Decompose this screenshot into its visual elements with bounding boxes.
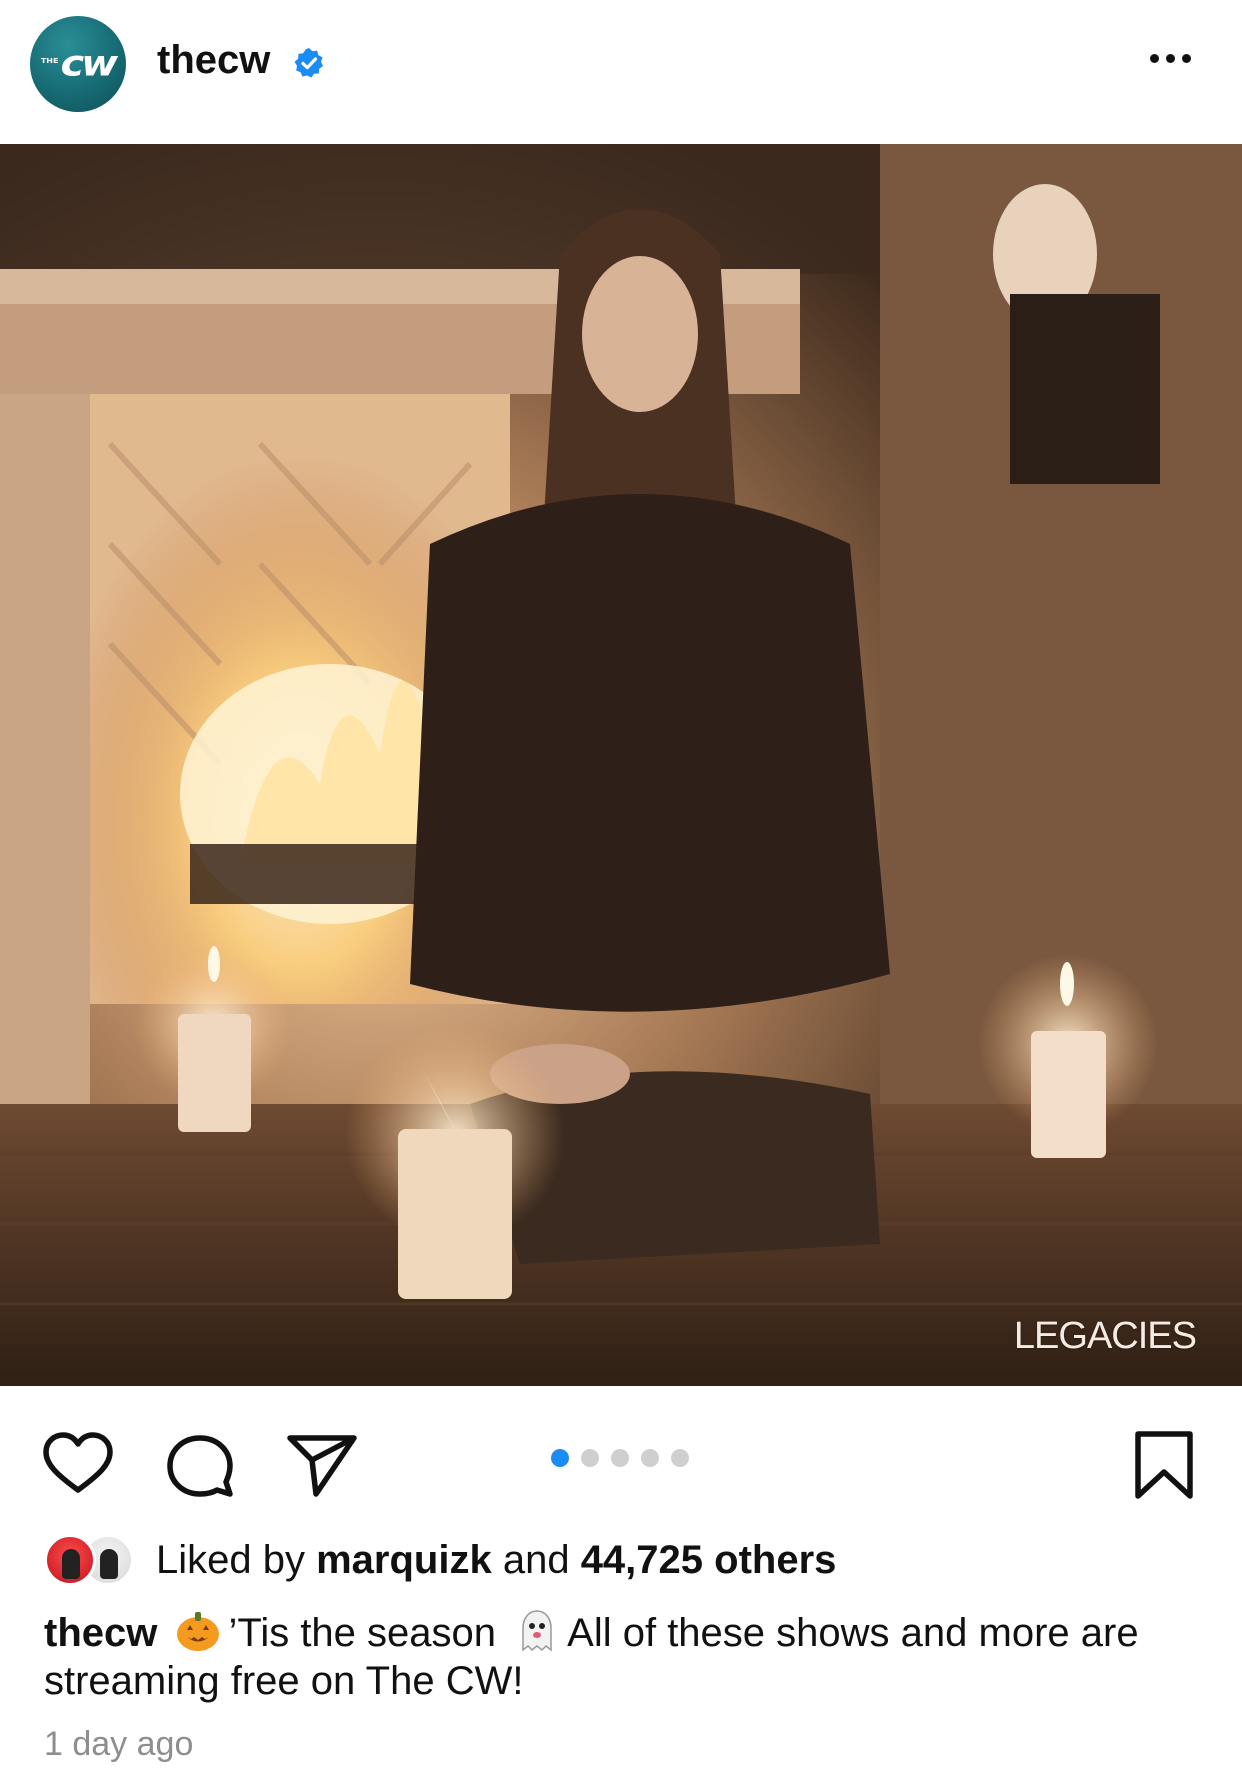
bookmark-icon[interactable]	[1124, 1426, 1204, 1506]
liker-avatar	[44, 1534, 96, 1586]
ghost-icon	[522, 1610, 552, 1652]
heart-icon[interactable]	[38, 1426, 118, 1506]
post-timestamp: 1 day ago	[44, 1725, 194, 1763]
post-caption: thecw ’Tis the season All of these shows…	[44, 1606, 1204, 1705]
carousel-dot	[581, 1449, 599, 1467]
username-link[interactable]: thecw	[157, 38, 270, 83]
show-title-overlay: LEGACIES	[1013, 1315, 1197, 1357]
profile-avatar[interactable]: THEcw	[30, 16, 126, 112]
carousel-dot	[671, 1449, 689, 1467]
candlelit-photo-illustration	[0, 144, 1242, 1386]
likes-row[interactable]: Liked by marquizk and 44,725 others	[44, 1534, 1224, 1590]
comment-icon[interactable]	[160, 1426, 240, 1506]
share-icon[interactable]	[282, 1426, 362, 1506]
post-header: THEcw thecw	[0, 0, 1242, 144]
likes-text[interactable]: Liked by marquizk and 44,725 others	[156, 1538, 836, 1583]
likes-count[interactable]: 44,725 others	[581, 1538, 837, 1582]
carousel-indicator	[551, 1449, 689, 1467]
carousel-dot	[641, 1449, 659, 1467]
jack-o-lantern-icon	[177, 1612, 220, 1651]
verified-badge-icon	[294, 48, 323, 78]
post-image[interactable]: LEGACIES	[0, 144, 1242, 1386]
cw-logo: THEcw	[40, 43, 118, 85]
carousel-dot	[551, 1449, 569, 1467]
more-options-icon[interactable]	[1150, 54, 1198, 70]
carousel-dot	[611, 1449, 629, 1467]
caption-username[interactable]: thecw	[44, 1611, 157, 1655]
liker-username[interactable]: marquizk	[316, 1538, 492, 1582]
